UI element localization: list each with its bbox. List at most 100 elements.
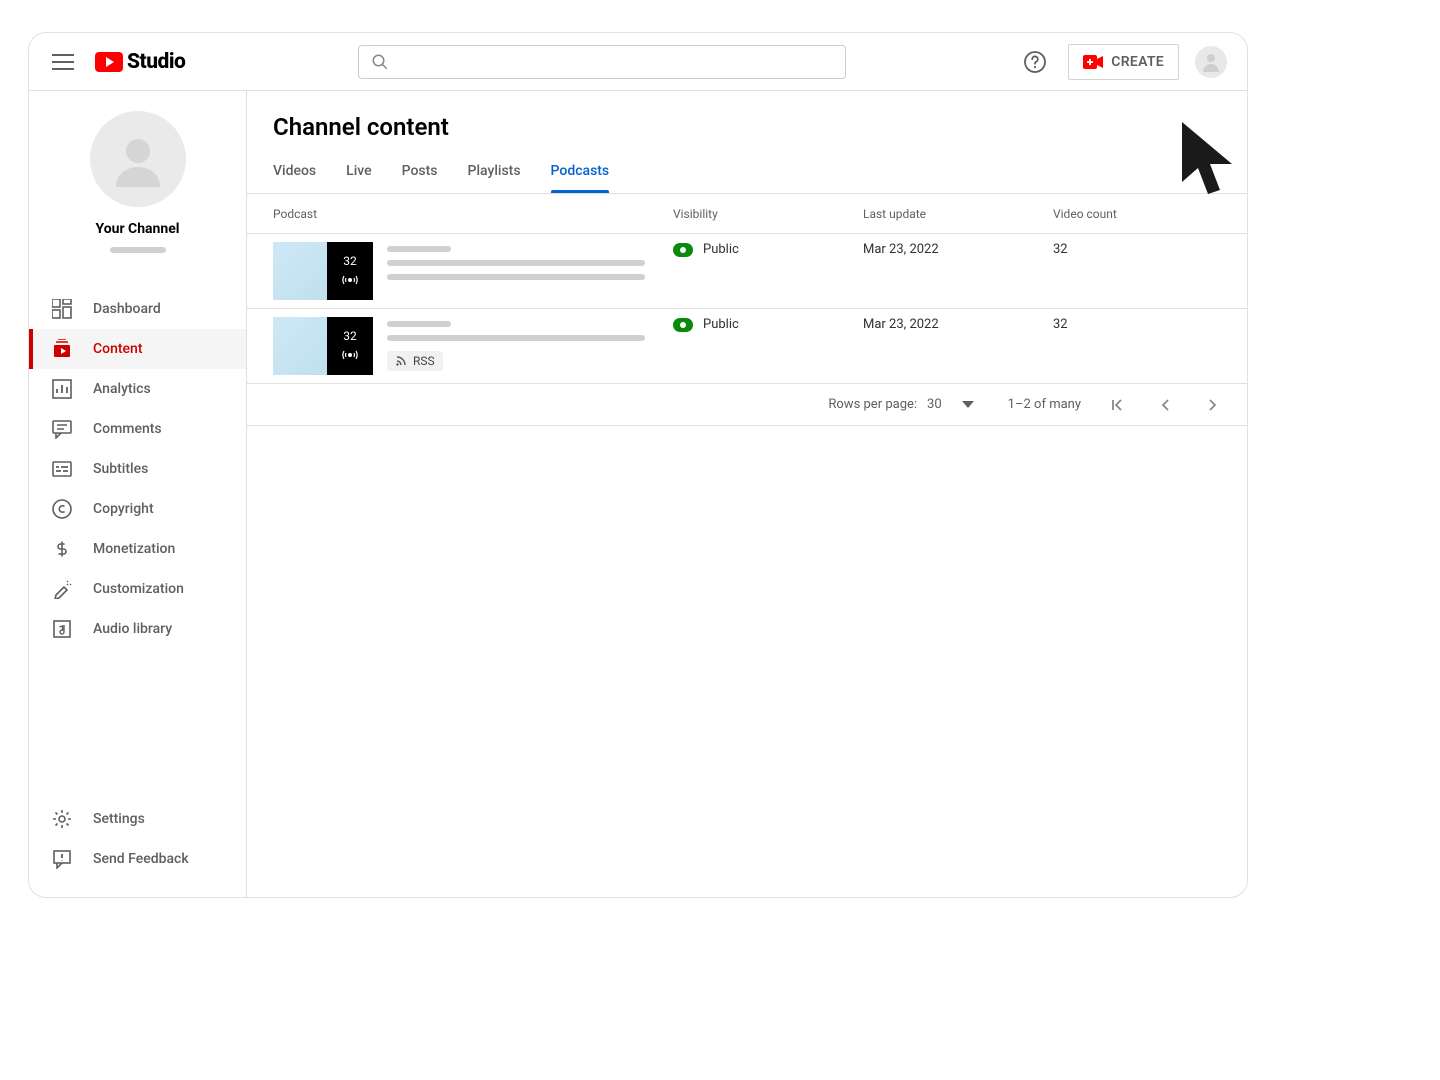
sidebar-item-settings[interactable]: Settings [29,799,246,839]
brand-text: Studio [127,50,185,74]
channel-avatar[interactable] [90,111,186,207]
table-row[interactable]: 32 Public Mar 23, 2022 32 [247,234,1247,309]
visibility-icon [673,318,693,332]
avatar-icon [1199,50,1223,74]
podcast-thumbnail[interactable]: 32 [273,242,373,300]
podcast-icon [342,272,358,288]
visibility-label: Public [703,242,739,257]
chevron-right-icon [1205,397,1221,413]
rss-icon [395,355,407,367]
sidebar-item-copyright[interactable]: Copyright [29,489,246,529]
customization-icon [51,578,73,600]
col-video-count: Video count [1053,207,1243,221]
sidebar-item-customization[interactable]: Customization [29,569,246,609]
sidebar-item-label: Comments [93,421,162,437]
sidebar-item-label: Settings [93,811,145,827]
col-podcast: Podcast [273,207,673,221]
sidebar-item-label: Send Feedback [93,851,189,867]
visibility-cell[interactable]: Public [673,242,863,257]
pager-first[interactable] [1105,393,1129,417]
analytics-icon [51,378,73,400]
sidebar-item-monetization[interactable]: Monetization [29,529,246,569]
podcast-cell: 32 RSS [273,317,673,375]
visibility-icon [673,243,693,257]
studio-logo[interactable]: Studio [95,50,185,74]
sidebar-item-subtitles[interactable]: Subtitles [29,449,246,489]
account-avatar[interactable] [1195,46,1227,78]
channel-name: Your Channel [95,221,179,237]
col-last-update: Last update [863,207,1053,221]
sidebar-item-label: Dashboard [93,301,161,317]
sidebar-item-feedback[interactable]: Send Feedback [29,839,246,879]
sidebar-item-label: Customization [93,581,184,597]
sidebar-item-label: Content [93,341,143,357]
video-count-cell: 32 [1053,242,1243,257]
help-icon [1023,50,1047,74]
tab-videos[interactable]: Videos [273,151,316,193]
create-camera-icon [1083,55,1103,69]
tab-playlists[interactable]: Playlists [468,151,521,193]
pager-range: 1–2 of many [1008,397,1081,412]
audio-library-icon [51,618,73,640]
sidebar-item-dashboard[interactable]: Dashboard [29,289,246,329]
thumbnail-image [273,317,327,375]
youtube-icon [95,52,123,72]
sidebar-item-label: Monetization [93,541,175,557]
comments-icon [51,418,73,440]
settings-icon [51,808,73,830]
podcast-icon [342,347,358,363]
rss-chip[interactable]: RSS [387,351,443,371]
hamburger-icon [52,54,74,70]
podcast-cell: 32 [273,242,673,300]
feedback-icon [51,848,73,870]
last-update-cell: Mar 23, 2022 [863,317,1053,332]
table-pager: Rows per page: 30 1–2 of many [247,384,1247,426]
search-input[interactable] [358,45,846,79]
sidebar-item-audio-library[interactable]: Audio library [29,609,246,649]
first-page-icon [1109,397,1125,413]
content-tabs: Videos Live Posts Playlists Podcasts [247,151,1247,194]
tab-live[interactable]: Live [346,151,371,193]
search-icon [371,53,389,71]
sidebar-item-content[interactable]: Content [29,329,246,369]
sidebar-item-comments[interactable]: Comments [29,409,246,449]
overlay-count: 32 [343,254,357,268]
sidebar-bottom: Settings Send Feedback [29,787,246,897]
rows-per-page-label: Rows per page: [828,397,917,412]
pager-next[interactable] [1201,393,1225,417]
channel-handle-placeholder [110,247,166,253]
chevron-left-icon [1157,397,1173,413]
sidebar-item-analytics[interactable]: Analytics [29,369,246,409]
visibility-cell[interactable]: Public [673,317,863,332]
topbar: Studio CREATE [29,33,1247,91]
sidebar-item-label: Copyright [93,501,154,517]
monetization-icon [51,538,73,560]
sidebar-item-label: Analytics [93,381,151,397]
copyright-icon [51,498,73,520]
thumbnail-overlay: 32 [327,317,373,375]
menu-button[interactable] [49,48,77,76]
dashboard-icon [51,298,73,320]
sidebar: Your Channel Dashboard Content Analytics [29,91,247,897]
channel-block: Your Channel [29,91,246,269]
pager-prev[interactable] [1153,393,1177,417]
content-icon [51,338,73,360]
podcast-thumbnail[interactable]: 32 [273,317,373,375]
last-update-cell: Mar 23, 2022 [863,242,1053,257]
create-button[interactable]: CREATE [1068,44,1179,80]
create-label: CREATE [1111,54,1164,70]
help-button[interactable] [1018,45,1052,79]
tab-posts[interactable]: Posts [402,151,438,193]
avatar-placeholder-icon [108,129,168,189]
table-row[interactable]: 32 RSS Public [247,309,1247,384]
page-title: Channel content [247,91,1247,151]
app-window: Studio CREATE Your [28,32,1248,898]
podcast-title-placeholder [387,242,645,300]
tab-podcasts[interactable]: Podcasts [551,151,610,193]
overlay-count: 32 [343,329,357,343]
main-content: Channel content Videos Live Posts Playli… [247,91,1247,897]
rss-label: RSS [413,354,435,368]
rows-per-page-dropdown[interactable] [952,401,984,409]
thumbnail-image [273,242,327,300]
table-header: Podcast Visibility Last update Video cou… [247,194,1247,234]
